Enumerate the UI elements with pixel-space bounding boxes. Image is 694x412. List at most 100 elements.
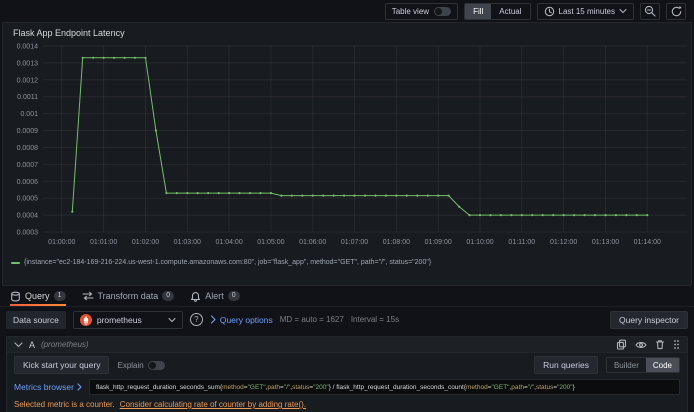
database-icon bbox=[10, 291, 21, 302]
tab-count-badge: 0 bbox=[162, 291, 175, 301]
time-range-label: Last 15 minutes bbox=[558, 6, 615, 16]
fill-button[interactable]: Fill bbox=[465, 3, 492, 19]
svg-text:0.0009: 0.0009 bbox=[17, 128, 39, 135]
svg-text:0.0006: 0.0006 bbox=[17, 179, 39, 186]
remove-query-trash-icon[interactable] bbox=[655, 339, 665, 350]
legend-item[interactable]: {instance="ec2-184-169-216-224.us-west-1… bbox=[3, 258, 691, 266]
warning-hint-link[interactable]: Consider calculating rate of counter by … bbox=[120, 400, 306, 409]
builder-button[interactable]: Builder bbox=[607, 358, 646, 372]
bell-icon bbox=[190, 291, 201, 302]
query-expression-row: Metrics browser flask_http_request_durat… bbox=[7, 376, 687, 397]
table-view-toggle[interactable]: Table view bbox=[384, 2, 459, 20]
clock-icon bbox=[544, 6, 555, 17]
query-inspector-button[interactable]: Query inspector bbox=[610, 310, 688, 329]
svg-text:01:13:00: 01:13:00 bbox=[592, 239, 619, 246]
refresh-button[interactable] bbox=[666, 2, 686, 20]
datasource-help-icon[interactable] bbox=[189, 313, 203, 326]
top-toolbar: Table view Fill Actual Last 15 minutes bbox=[0, 0, 694, 22]
svg-text:0.0011: 0.0011 bbox=[17, 94, 38, 101]
svg-text:0.0003: 0.0003 bbox=[17, 230, 39, 237]
svg-text:01:01:00: 01:01:00 bbox=[90, 239, 117, 246]
chevron-right-icon bbox=[210, 315, 216, 324]
explain-label: Explain bbox=[117, 360, 144, 370]
svg-text:0.0008: 0.0008 bbox=[17, 145, 39, 152]
tab-label: Transform data bbox=[97, 291, 159, 301]
svg-text:01:02:00: 01:02:00 bbox=[132, 239, 159, 246]
query-options-label: Query options bbox=[219, 314, 273, 325]
counter-warning: Selected metric is a counter. Consider c… bbox=[7, 397, 687, 410]
svg-text:0.0007: 0.0007 bbox=[17, 162, 39, 169]
svg-text:01:11:00: 01:11:00 bbox=[508, 239, 535, 246]
tab-alert[interactable]: Alert 0 bbox=[190, 286, 240, 306]
builder-code-segment: Builder Code bbox=[605, 357, 680, 373]
metrics-browser-label: Metrics browser bbox=[14, 382, 74, 392]
svg-text:01:04:00: 01:04:00 bbox=[215, 239, 242, 246]
query-ref-id: A bbox=[29, 339, 36, 350]
explain-switch[interactable] bbox=[147, 360, 165, 370]
chevron-down-icon bbox=[619, 8, 627, 14]
svg-text:01:00:00: 01:00:00 bbox=[48, 239, 75, 246]
latency-chart[interactable]: 01:00:00 01:01:00 01:02:00 01:03:00 01:04:00… bbox=[3, 40, 693, 258]
svg-text:01:12:00: 01:12:00 bbox=[550, 239, 577, 246]
chevron-down-icon bbox=[168, 317, 176, 323]
query-row-actions bbox=[616, 339, 680, 350]
datasource-label: Data source bbox=[6, 310, 66, 329]
svg-text:01:07:00: 01:07:00 bbox=[341, 239, 368, 246]
svg-text:01:09:00: 01:09:00 bbox=[425, 239, 452, 246]
editor-tabs: Query 1 Transform data 0 Alert 0 bbox=[0, 286, 694, 307]
interval-summary: Interval = 15s bbox=[350, 315, 400, 324]
fill-actual-segment: Fill Actual bbox=[464, 2, 531, 20]
warning-text: Selected metric is a counter. bbox=[14, 400, 115, 409]
refresh-icon bbox=[670, 5, 683, 18]
max-data-points-summary: MD = auto = 1627 bbox=[279, 315, 344, 324]
svg-text:01:06:00: 01:06:00 bbox=[299, 239, 326, 246]
time-range-picker[interactable]: Last 15 minutes bbox=[536, 2, 634, 20]
duplicate-query-icon[interactable] bbox=[616, 339, 627, 350]
hide-response-eye-icon[interactable] bbox=[635, 340, 647, 350]
query-toolbar: Kick start your query Explain Run querie… bbox=[7, 353, 687, 376]
tab-query[interactable]: Query 1 bbox=[10, 286, 66, 306]
datasource-picker[interactable]: prometheus bbox=[72, 310, 183, 329]
query-datasource-hint: (prometheus) bbox=[41, 340, 89, 349]
svg-text:01:05:00: 01:05:00 bbox=[257, 239, 284, 246]
svg-text:01:14:00: 01:14:00 bbox=[634, 239, 661, 246]
kick-start-query-button[interactable]: Kick start your query bbox=[14, 356, 110, 374]
panel-title: Flask App Endpoint Latency bbox=[13, 28, 125, 38]
svg-text:0.0014: 0.0014 bbox=[17, 44, 39, 51]
svg-text:0.0012: 0.0012 bbox=[17, 77, 39, 84]
svg-text:0.0013: 0.0013 bbox=[17, 60, 39, 67]
promql-expression-input[interactable]: flask_http_request_duration_seconds_sum{… bbox=[88, 379, 680, 395]
query-row-header[interactable]: A (prometheus) bbox=[7, 337, 687, 353]
tab-transform-data[interactable]: Transform data 0 bbox=[81, 286, 175, 306]
query-options-toggle[interactable]: Query options bbox=[210, 315, 273, 325]
legend-series-label: {instance="ec2-184-169-216-224.us-west-1… bbox=[24, 259, 432, 266]
panel: Flask App Endpoint Latency 01:00:00 01:01… bbox=[2, 22, 692, 286]
grafana-panel-editor: Table view Fill Actual Last 15 minutes F… bbox=[0, 0, 694, 412]
table-view-switch[interactable] bbox=[434, 6, 452, 16]
run-queries-button[interactable]: Run queries bbox=[534, 356, 598, 374]
tab-count-badge: 1 bbox=[53, 291, 66, 301]
transform-icon bbox=[81, 291, 94, 301]
datasource-selected-value: prometheus bbox=[96, 314, 142, 325]
prometheus-icon bbox=[79, 313, 92, 326]
query-row-card: A (prometheus) Kick start your query Exp… bbox=[6, 336, 688, 412]
svg-text:0.001: 0.001 bbox=[20, 111, 38, 118]
svg-text:0.0004: 0.0004 bbox=[17, 213, 39, 220]
svg-text:01:03:00: 01:03:00 bbox=[174, 239, 201, 246]
zoom-out-button[interactable] bbox=[640, 2, 660, 20]
chevron-down-icon bbox=[14, 341, 23, 348]
svg-text:0.0005: 0.0005 bbox=[17, 196, 39, 203]
chevron-right-icon bbox=[77, 383, 82, 391]
svg-text:01:08:00: 01:08:00 bbox=[383, 239, 410, 246]
metrics-browser-toggle[interactable]: Metrics browser bbox=[14, 382, 82, 392]
zoom-out-icon bbox=[644, 5, 656, 17]
tab-label: Alert bbox=[205, 291, 224, 301]
datasource-row: Data source prometheus Query options MD … bbox=[0, 307, 694, 332]
table-view-label: Table view bbox=[391, 6, 430, 16]
actual-button[interactable]: Actual bbox=[491, 4, 529, 19]
svg-text:01:10:00: 01:10:00 bbox=[466, 239, 493, 246]
tab-count-badge: 0 bbox=[227, 291, 240, 301]
drag-handle[interactable] bbox=[673, 339, 680, 350]
code-button[interactable]: Code bbox=[645, 358, 679, 372]
legend-series-marker bbox=[11, 261, 20, 264]
